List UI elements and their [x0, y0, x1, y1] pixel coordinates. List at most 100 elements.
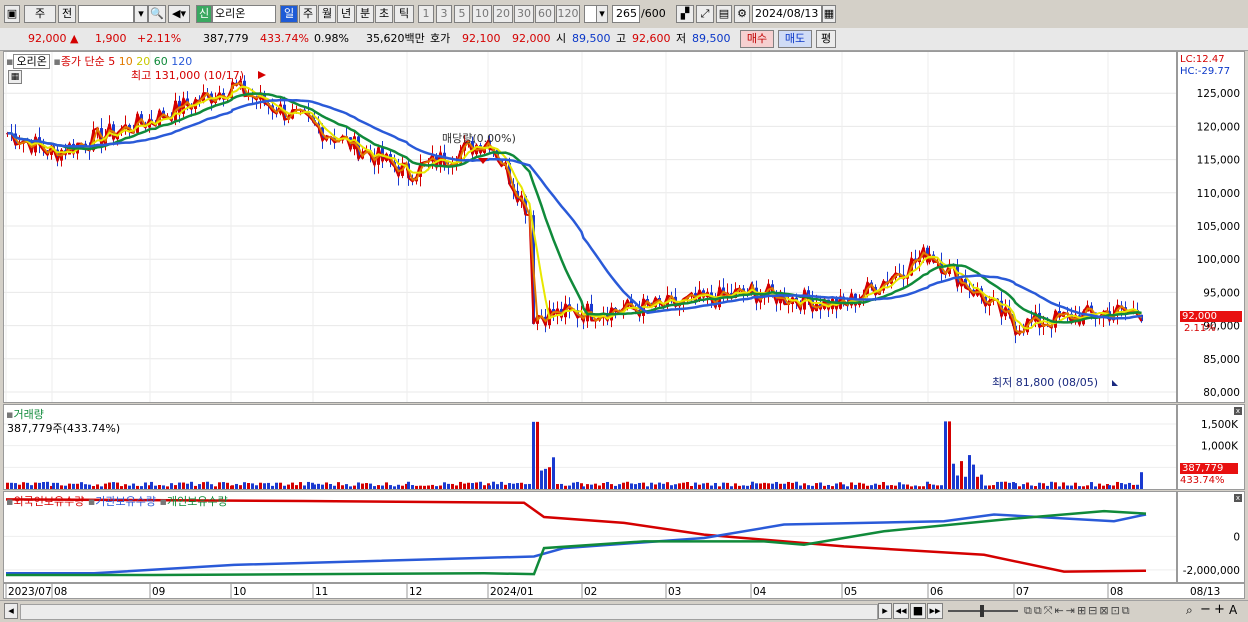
buy-button[interactable]: 매수: [740, 30, 774, 48]
forward-icon[interactable]: ▸▸: [927, 603, 943, 619]
search-icon[interactable]: ⌕: [1186, 603, 1193, 618]
volume-bar: [996, 481, 999, 489]
volume-bar: [698, 484, 701, 489]
date-input[interactable]: 2024/08/13: [752, 5, 822, 23]
volume-bar: [594, 483, 597, 489]
volume-bar: [483, 485, 486, 489]
minute-30[interactable]: 30: [514, 5, 534, 23]
draw-tool-icon[interactable]: ⤢: [696, 5, 714, 23]
volume-bar: [182, 482, 185, 489]
minute-1[interactable]: 1: [418, 5, 434, 23]
volume-bar: [337, 482, 340, 489]
search-icon[interactable]: 🔍: [148, 5, 166, 23]
volume-bar: [767, 483, 770, 489]
minute-20[interactable]: 20: [493, 5, 513, 23]
volume-bar: [654, 484, 657, 489]
scroll-left-arrow[interactable]: ◂: [4, 603, 18, 619]
high-price: 92,600: [632, 32, 671, 45]
volume-bar: [972, 464, 975, 489]
tool-icons[interactable]: ⧉⧉⤧⇤⇥⊞⊟⊠⊡⧉: [1024, 604, 1184, 618]
x-axis-labels: 2023/07 08 09 10 11 12 2024/01 02 03 04 05 06 07 08 08…: [5, 584, 1220, 598]
volume-bar: [1140, 472, 1143, 489]
horizontal-scrollbar[interactable]: [20, 604, 878, 620]
save-icon[interactable]: ▤: [716, 5, 732, 23]
volume-bar: [610, 484, 613, 489]
volume-bar: [1026, 482, 1029, 489]
volume-bar: [235, 483, 238, 489]
volume-bar: [321, 484, 324, 489]
volume-bar: [128, 485, 131, 489]
volume-bar: [504, 484, 507, 489]
volume-bar: [64, 485, 67, 489]
volume-panel[interactable]: ▪거래량 387,779주(433.74%): [3, 404, 1177, 490]
interval-second[interactable]: 초: [375, 5, 393, 23]
minute-5[interactable]: 5: [454, 5, 470, 23]
zoom-slider-thumb[interactable]: [980, 605, 984, 617]
interval-year[interactable]: 년: [337, 5, 355, 23]
zoom-in-icon[interactable]: +: [1214, 602, 1225, 617]
volume-bar: [811, 485, 814, 489]
volume-bar: [968, 455, 971, 489]
holdings-panel[interactable]: ▪외국인보유수량 ▪기관보유수량 ▪개인보유수량: [3, 491, 1177, 583]
window-menu-icon[interactable]: ▣: [4, 5, 20, 23]
interval-minute[interactable]: 분: [356, 5, 374, 23]
minute-60[interactable]: 60: [535, 5, 555, 23]
volume-bar: [992, 485, 995, 489]
sell-button[interactable]: 매도: [778, 30, 812, 48]
zoom-out-icon[interactable]: −: [1200, 602, 1211, 617]
x-tick-label: 06: [930, 586, 944, 598]
custom-interval-dropdown[interactable]: ▾: [596, 5, 608, 23]
code-input[interactable]: 271560: [78, 5, 134, 23]
volume-bar: [799, 485, 802, 489]
interval-week[interactable]: 주: [299, 5, 317, 23]
count-input[interactable]: 265: [612, 5, 640, 23]
code-dropdown-icon[interactable]: ▾: [134, 5, 148, 23]
last-pct-tag: 2.11%: [1184, 323, 1216, 334]
calendar-icon[interactable]: ▦: [822, 5, 836, 23]
volume-bar: [878, 484, 881, 489]
volume-bar: [30, 485, 33, 489]
interval-month[interactable]: 월: [318, 5, 336, 23]
minute-3[interactable]: 3: [436, 5, 452, 23]
individual-holding-label: 개인보유수량: [166, 495, 228, 508]
price-chart-panel[interactable]: ▪ 오리온 ▪종가 단순 5 10 20 60 120 ▦ 최고 131,000 …: [3, 51, 1177, 403]
volume-value: 387,779: [203, 32, 249, 45]
current-price: 92,000 ▲: [28, 31, 78, 47]
volume-axis: 500K1,000K1,500K 387,779 433.74% x: [1177, 404, 1245, 490]
panel-close-icon[interactable]: x: [1234, 407, 1242, 415]
prev-button[interactable]: 전: [58, 5, 76, 23]
volume-pct-tag: 433.74%: [1180, 475, 1225, 486]
volume-bar: [100, 486, 103, 489]
volume-bar: [18, 484, 21, 489]
volume-bar: [718, 486, 721, 489]
eval-button[interactable]: 평: [816, 30, 836, 48]
volume-bar: [1000, 481, 1003, 489]
volume-bar: [283, 485, 286, 489]
interval-tick[interactable]: 틱: [394, 5, 414, 23]
volume-bar: [650, 482, 653, 489]
x-tick-label: 10: [233, 586, 246, 598]
gear-icon[interactable]: ⚙: [734, 5, 750, 23]
volume-bar: [279, 482, 282, 489]
panel-close-icon[interactable]: x: [1234, 494, 1242, 502]
volume-bar: [42, 482, 45, 489]
change-value: 1,900: [95, 32, 127, 45]
minute-120[interactable]: 120: [556, 5, 580, 23]
speaker-icon[interactable]: ◀▾: [168, 5, 190, 23]
font-size-icon[interactable]: A: [1229, 603, 1237, 617]
rewind-icon[interactable]: ◂◂: [893, 603, 909, 619]
volume-bar: [568, 485, 571, 489]
price-axis: 80,000 85,000 90,000 95,000 100,000 105,000 11…: [1177, 51, 1245, 403]
stop-icon[interactable]: ■: [910, 603, 926, 619]
stock-name-field[interactable]: 오리온: [212, 5, 276, 23]
scroll-right-arrow[interactable]: ▸: [878, 603, 892, 619]
compare-icon[interactable]: ▞: [676, 5, 694, 23]
interval-day[interactable]: 일: [280, 5, 298, 23]
volume-bar: [763, 482, 766, 489]
volume-bar: [415, 485, 418, 489]
price-tick-label: 80,000: [1203, 387, 1240, 399]
minute-10[interactable]: 10: [472, 5, 492, 23]
period-type-select[interactable]: 주: [24, 5, 56, 23]
volume-bar: [823, 485, 826, 489]
price-axis-ticks: 80,00085,00090,00095,000100,000105,00011…: [1197, 88, 1240, 399]
